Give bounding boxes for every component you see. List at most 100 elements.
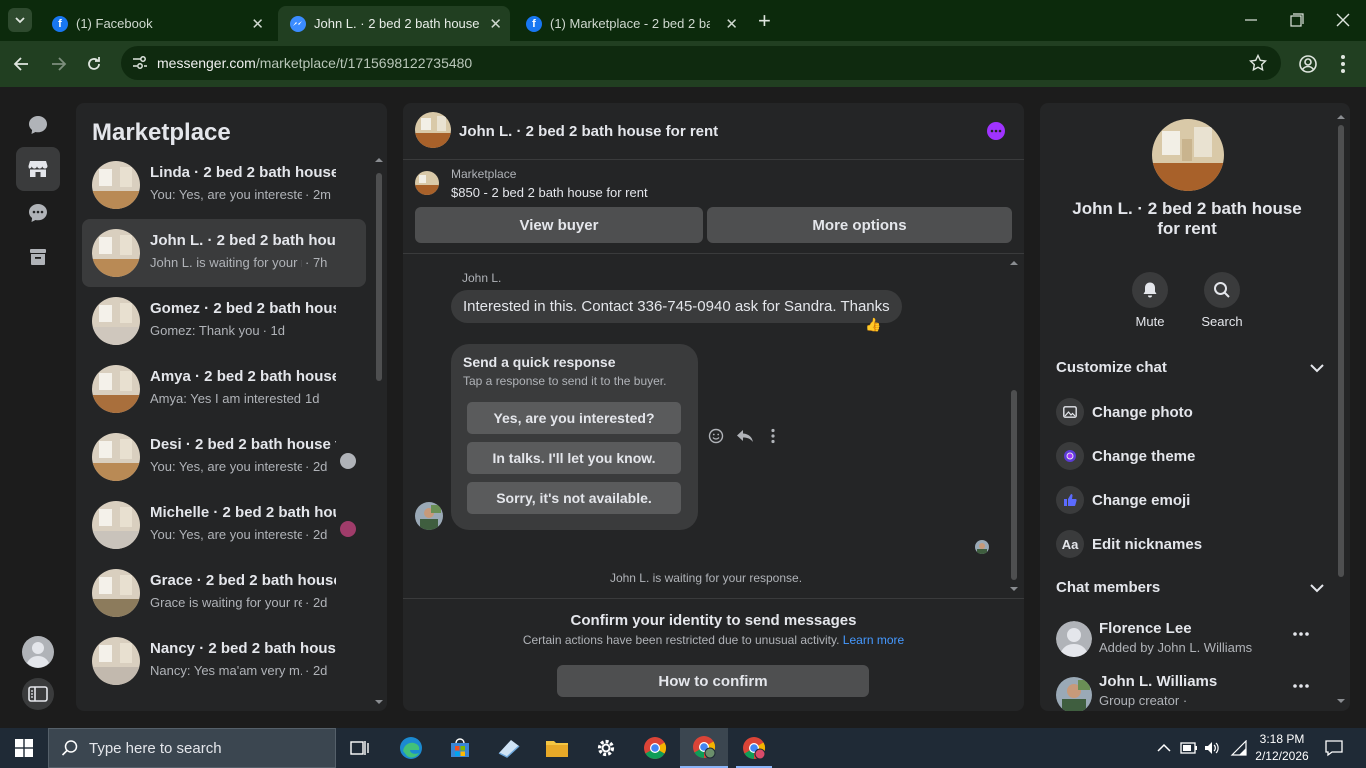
conversation-item[interactable]: John L. · 2 bed 2 bath house for rent Joh… <box>82 219 366 287</box>
conversation-info-button[interactable] <box>987 122 1005 140</box>
listing-thumbnail[interactable] <box>415 171 439 195</box>
more-actions-icon[interactable] <box>770 428 776 444</box>
notifications-icon[interactable] <box>1320 734 1348 762</box>
details-panel: John L. · 2 bed 2 bath house for rent Mu… <box>1040 103 1350 711</box>
close-tab-icon[interactable]: ✕ <box>489 15 502 33</box>
member-options-icon[interactable] <box>1293 684 1309 688</box>
conversation-name: Amya · 2 bed 2 bath house for rent <box>150 368 336 385</box>
quick-response-not-available[interactable]: Sorry, it's not available. <box>467 482 681 514</box>
customize-chat-header[interactable]: Customize chat <box>1056 359 1324 379</box>
site-settings-icon[interactable] <box>131 55 149 71</box>
browser-menu-icon[interactable] <box>1340 54 1346 74</box>
close-window-button[interactable] <box>1336 13 1350 27</box>
conversation-preview: Gomez: Thank you · 1d <box>150 323 340 338</box>
conversation-name: Grace · 2 bed 2 bath house for rent <box>150 572 336 589</box>
store-icon[interactable] <box>446 734 474 762</box>
restriction-text: Certain actions have been restricted due… <box>522 633 840 647</box>
start-button[interactable] <box>10 734 38 762</box>
details-scrollbar[interactable] <box>1336 107 1346 707</box>
close-tab-icon[interactable]: ✕ <box>725 15 738 33</box>
change-photo-row[interactable]: Change photo <box>1056 394 1193 430</box>
conversation-item[interactable]: Desi · 2 bed 2 bath house for rent You: Y… <box>82 423 366 491</box>
address-bar[interactable]: messenger.com/marketplace/t/171569812273… <box>121 46 1281 80</box>
more-options-button[interactable]: More options <box>707 207 1012 243</box>
tab-facebook[interactable]: f (1) Facebook ✕ <box>40 6 272 41</box>
user-avatar[interactable] <box>16 630 60 674</box>
quick-response-subtitle: Tap a response to send it to the buyer. <box>463 374 667 388</box>
react-icon[interactable] <box>708 428 724 444</box>
chevron-down-icon <box>1310 584 1324 593</box>
thumbs-up-reaction[interactable]: 👍 <box>865 317 881 333</box>
listing-title[interactable]: $850 - 2 bed 2 bath house for rent <box>451 185 648 200</box>
preview-text: You: Yes, are you interested? <box>150 527 302 542</box>
taskbar-search-box[interactable]: Type here to search <box>48 728 336 768</box>
conversation-item[interactable]: Grace · 2 bed 2 bath house for rent Grace… <box>82 559 366 627</box>
conversation-item[interactable]: Amya · 2 bed 2 bath house for rent Amya: … <box>82 355 366 423</box>
clock[interactable]: 3:18 PM 2/12/2026 <box>1254 731 1310 765</box>
marketplace-rail-button[interactable] <box>16 147 60 191</box>
profile-icon[interactable] <box>1298 54 1318 74</box>
how-to-confirm-button[interactable]: How to confirm <box>557 665 869 697</box>
chats-rail-button[interactable] <box>16 103 60 147</box>
edge-icon[interactable] <box>397 734 425 762</box>
member-options-icon[interactable] <box>1293 632 1309 636</box>
url-path: /marketplace/t/1715698122735480 <box>255 55 473 71</box>
edit-nicknames-row[interactable]: Aa Edit nicknames <box>1056 526 1202 562</box>
more-dots-icon <box>987 122 1005 140</box>
preview-time: · 7h <box>305 255 328 270</box>
chat-header-avatar[interactable] <box>415 112 451 148</box>
quick-response-in-talks[interactable]: In talks. I'll let you know. <box>467 442 681 474</box>
archive-rail-button[interactable] <box>16 235 60 279</box>
volume-icon[interactable] <box>1198 734 1226 762</box>
new-tab-button[interactable]: + <box>758 8 771 34</box>
toggle-sidebar-button[interactable] <box>16 672 60 716</box>
conversation-item[interactable]: Michelle · 2 bed 2 bath house for rent Yo… <box>82 491 366 559</box>
back-button[interactable] <box>12 54 32 74</box>
conversation-item[interactable]: Gomez · 2 bed 2 bath house for rent Gomez… <box>82 287 366 355</box>
learn-more-link[interactable]: Learn more <box>843 633 904 647</box>
quick-response-yes[interactable]: Yes, are you interested? <box>467 402 681 434</box>
chrome-profile-2[interactable] <box>740 734 768 762</box>
wifi-icon[interactable] <box>1225 734 1253 762</box>
mute-button[interactable]: Mute <box>1130 272 1170 329</box>
tab-marketplace[interactable]: f (1) Marketplace - 2 bed 2 bath house f… <box>514 6 746 41</box>
conversation-item[interactable]: Linda · 2 bed 2 bath house for rent You: … <box>82 151 366 219</box>
forward-button[interactable] <box>48 54 68 74</box>
conversation-preview: You: Yes, are you interested?· 2d <box>150 527 340 542</box>
conversation-preview: Amya: Yes I am interested ...1d <box>150 391 340 406</box>
mute-label: Mute <box>1135 314 1165 329</box>
settings-icon[interactable] <box>592 734 620 762</box>
task-view-icon[interactable] <box>346 734 374 762</box>
tab-messenger[interactable]: John L. · 2 bed 2 bath house for rent ✕ <box>278 6 510 41</box>
restore-button[interactable] <box>1290 13 1304 27</box>
chat-members-header[interactable]: Chat members <box>1056 579 1324 599</box>
view-buyer-button[interactable]: View buyer <box>415 207 703 243</box>
preview-text: Gomez: Thank you <box>150 323 260 338</box>
chevron-down-icon <box>1310 364 1324 373</box>
conversation-item[interactable]: Nancy · 2 bed 2 bath house for rent Nancy… <box>82 627 366 695</box>
reply-icon[interactable] <box>736 428 754 444</box>
chrome-icon[interactable] <box>641 734 669 762</box>
reload-button[interactable] <box>84 54 104 74</box>
conversation-avatar <box>92 569 140 617</box>
chat-scrollbar[interactable] <box>1009 256 1019 596</box>
message-bubble[interactable]: Interested in this. Contact 336-745-0940… <box>451 290 902 323</box>
app-icon[interactable] <box>495 734 523 762</box>
requests-rail-button[interactable] <box>16 191 60 235</box>
change-emoji-row[interactable]: Change emoji <box>1056 482 1190 518</box>
close-tab-icon[interactable]: ✕ <box>251 15 264 33</box>
change-emoji-label: Change emoji <box>1092 491 1191 509</box>
file-explorer-icon[interactable] <box>543 734 571 762</box>
member-john-l-williams[interactable]: John L. Williams Group creator · <box>1056 668 1326 711</box>
bookmark-star-icon[interactable] <box>1249 54 1267 72</box>
browser-tab-bar: f (1) Facebook ✕ John L. · 2 bed 2 bath … <box>0 0 1366 41</box>
chrome-profile-active[interactable] <box>680 728 728 768</box>
tray-overflow-icon[interactable] <box>1150 734 1178 762</box>
minimize-button[interactable] <box>1244 10 1258 30</box>
tab-search-button[interactable] <box>8 8 32 32</box>
change-theme-row[interactable]: Change theme <box>1056 438 1195 474</box>
list-scrollbar[interactable] <box>374 155 384 707</box>
details-avatar[interactable] <box>1152 119 1224 191</box>
member-florence-lee[interactable]: Florence Lee Added by John L. Williams <box>1056 617 1326 661</box>
search-button[interactable]: Search <box>1200 272 1244 329</box>
